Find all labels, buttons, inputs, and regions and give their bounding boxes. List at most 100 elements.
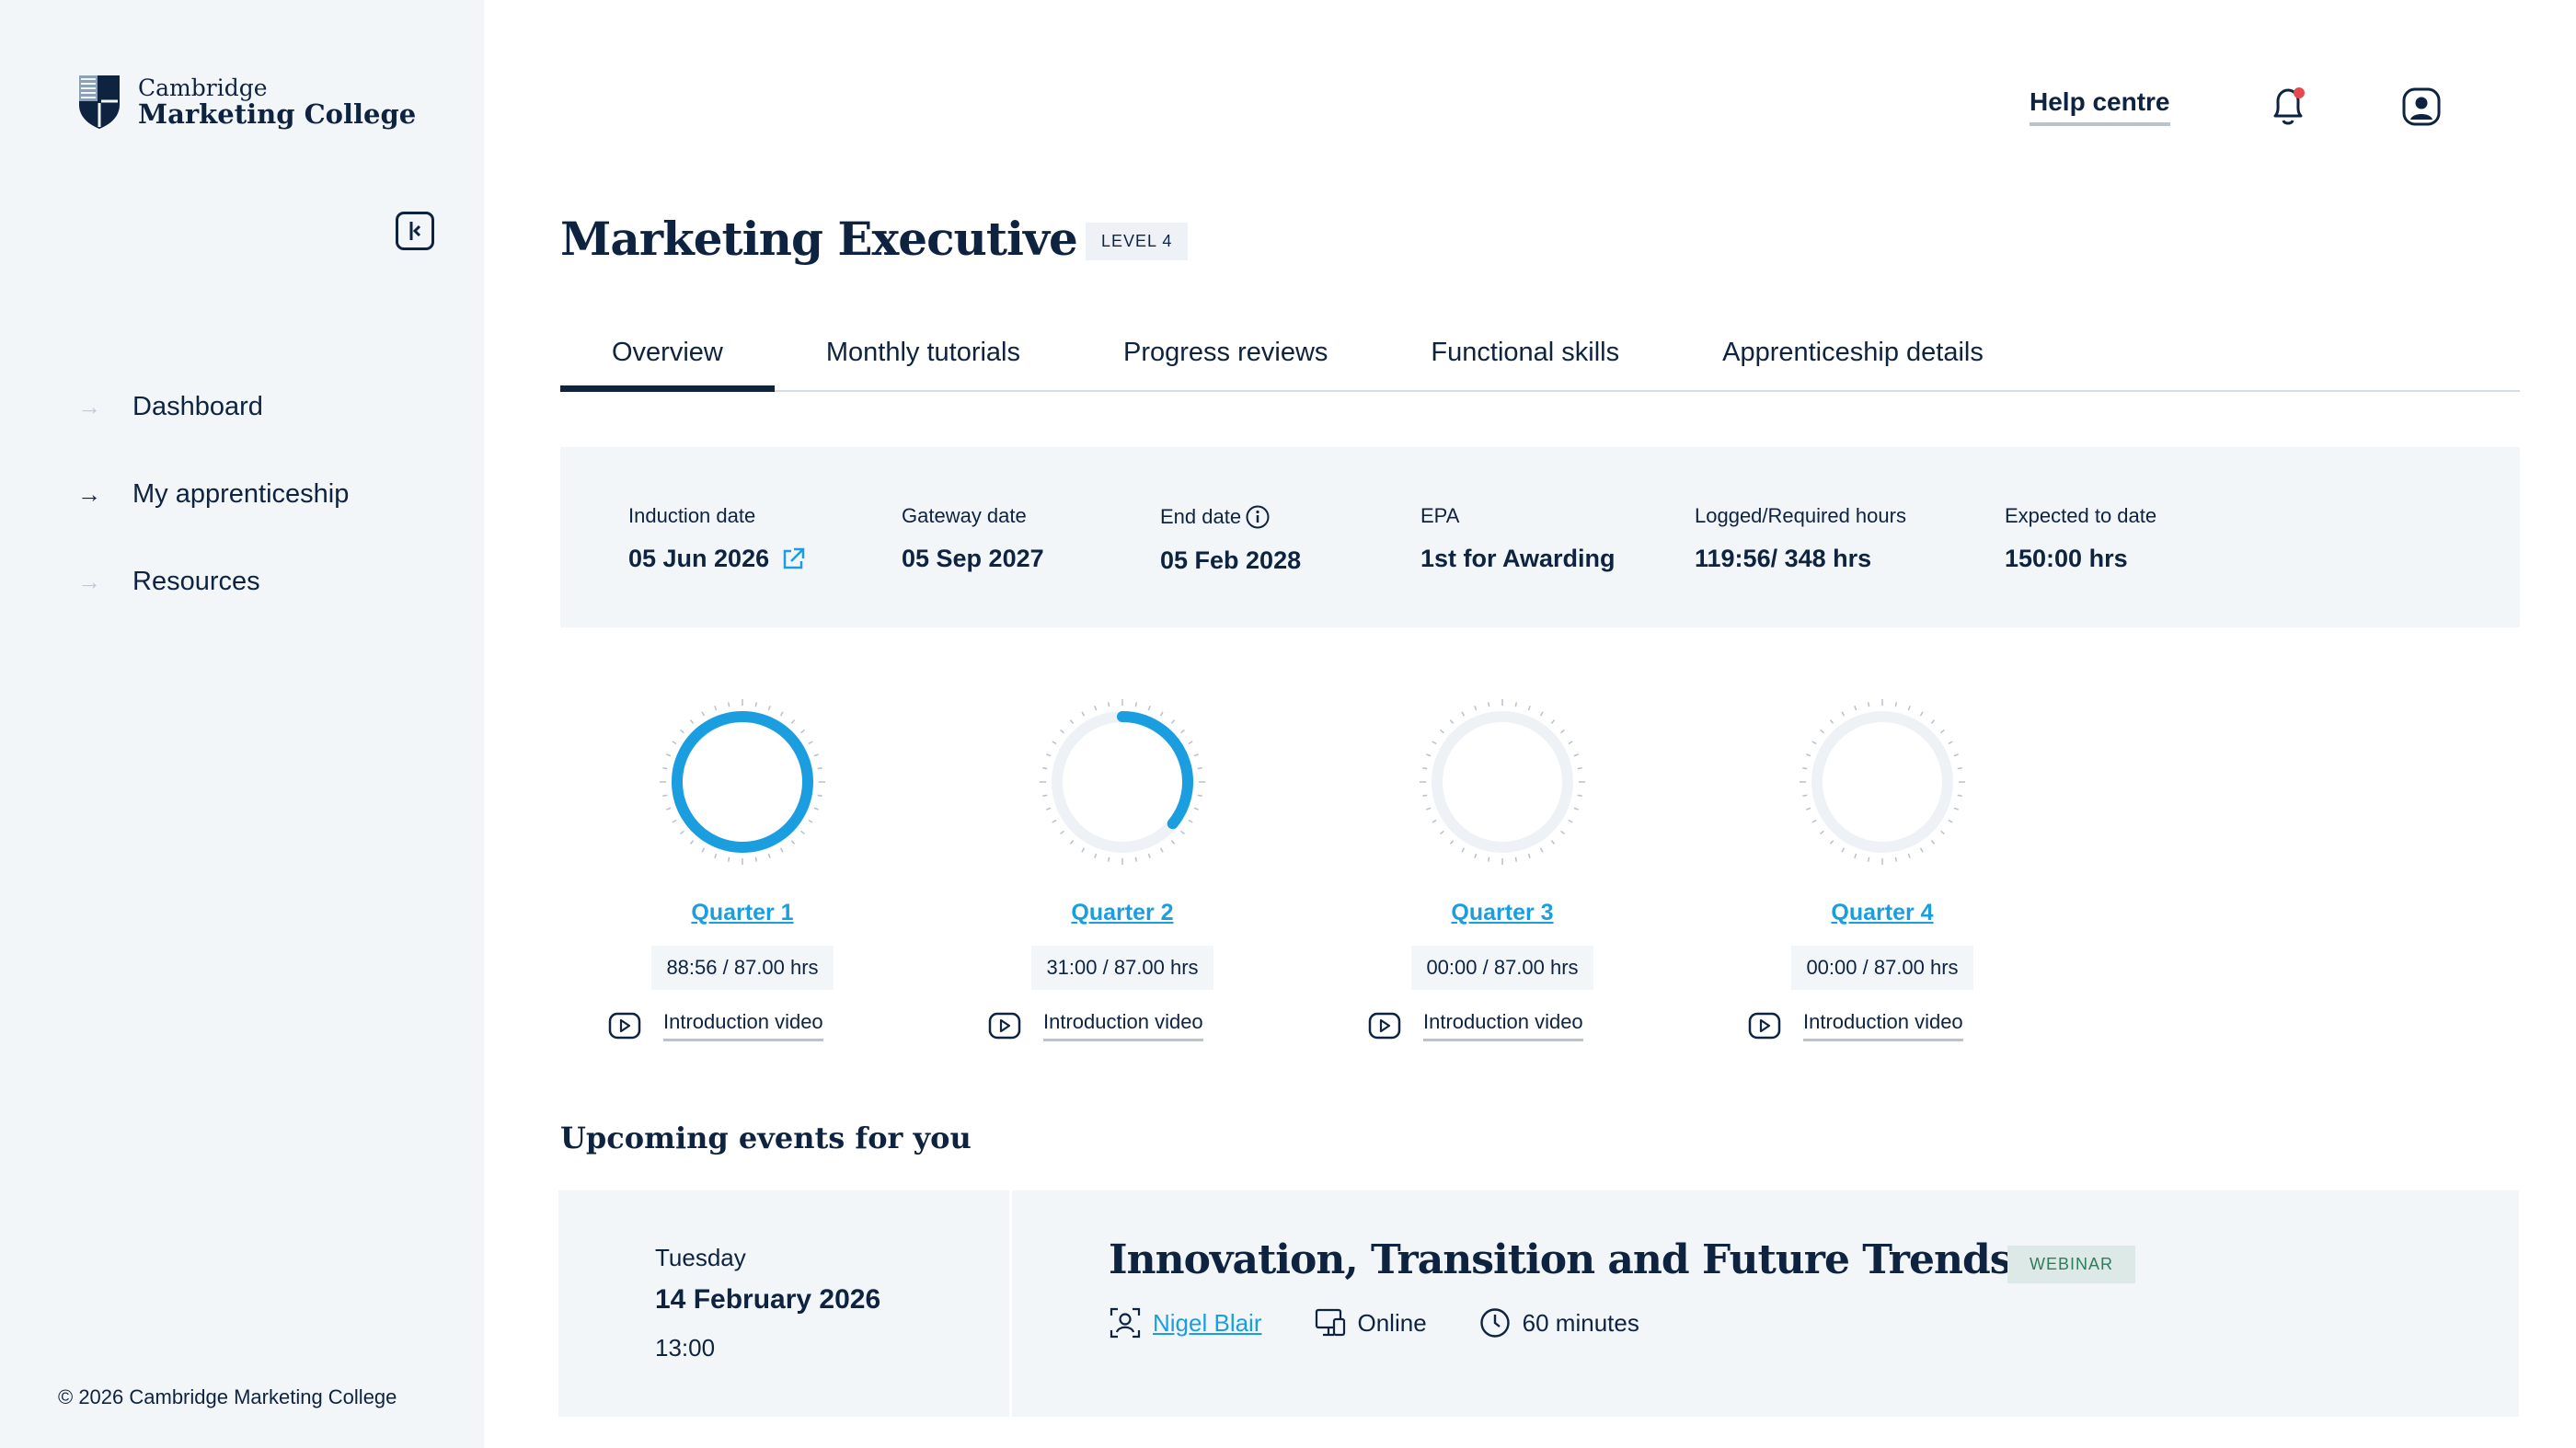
info-label: Gateway date [902, 504, 1027, 527]
sidebar-item-label: Resources [132, 567, 260, 596]
ring-tick [1426, 753, 1432, 757]
ring-tick [701, 711, 706, 717]
ring-tick [1147, 853, 1151, 858]
play-video-icon [1368, 1012, 1401, 1040]
video-label: Introduction video [1423, 1010, 1583, 1041]
college-logo[interactable]: Cambridge Marketing College [77, 74, 416, 131]
ring-tick [1894, 856, 1898, 862]
ring-track [1432, 711, 1573, 853]
monitor-icon [1315, 1308, 1345, 1337]
quarter-hours: 31:00 / 87.00 hrs [1031, 946, 1213, 990]
info-label: Induction date [628, 504, 756, 527]
ring-tick [1449, 840, 1455, 845]
page-title: Marketing Executive [560, 212, 1078, 266]
help-centre-link[interactable]: Help centre [2030, 87, 2170, 126]
gateway-date: Gateway date 05 Sep 2027 [902, 504, 1044, 573]
expected-to-date: Expected to date 150:00 hrs [2005, 504, 2156, 573]
ring-tick [1432, 819, 1437, 823]
introduction-video-link[interactable]: Introduction video [988, 1010, 1203, 1041]
ring-tick [1802, 766, 1808, 770]
ring-tick [1948, 819, 1953, 823]
event-mode-label: Online [1357, 1308, 1427, 1337]
info-icon[interactable] [1245, 504, 1271, 530]
sidebar-nav: → Dashboard → My apprenticeship → Resour… [77, 363, 349, 626]
external-link-icon[interactable] [780, 546, 806, 572]
ring-tick [662, 794, 668, 798]
introduction-video-link[interactable]: Introduction video [1368, 1010, 1583, 1041]
sidebar-item-resources[interactable]: → Resources [77, 538, 349, 626]
epa: EPA 1st for Awarding [1420, 504, 1616, 573]
ring-tick [727, 702, 730, 707]
play-video-icon [1748, 1012, 1781, 1040]
ring-tick [1930, 719, 1936, 724]
tab-functional-skills[interactable]: Functional skills [1379, 313, 1671, 392]
induction-date: Induction date 05 Jun 2026 [628, 504, 806, 573]
host-person-icon [1110, 1307, 1141, 1339]
ring-progress-arc [1117, 711, 1193, 830]
ring-tick [1527, 853, 1531, 858]
info-value: 05 Feb 2028 [1160, 546, 1302, 574]
event-duration: 60 minutes [1478, 1306, 1639, 1339]
ring-tick [1539, 847, 1544, 853]
ring-tick [1894, 702, 1898, 707]
ring-tick [1107, 856, 1110, 862]
sidebar-item-dashboard[interactable]: → Dashboard [77, 363, 349, 451]
ring-tick [1953, 807, 1959, 810]
ring-progress-arc [672, 711, 813, 853]
ring-tick [1907, 853, 1911, 858]
quarter-link[interactable]: Quarter 1 [623, 900, 862, 926]
introduction-video-link[interactable]: Introduction video [1748, 1010, 1963, 1041]
host-link[interactable]: Nigel Blair [1153, 1309, 1262, 1338]
quarter-link[interactable]: Quarter 3 [1383, 900, 1622, 926]
progress-ring [660, 699, 825, 865]
ring-tick [1550, 719, 1556, 724]
ring-tick [1052, 741, 1057, 745]
ring-tick [1188, 741, 1193, 745]
end-date: End date 05 Feb 2028 [1160, 504, 1301, 575]
progress-ring [1800, 699, 1965, 865]
ring-tick [1060, 830, 1064, 835]
ring-tick [1514, 702, 1518, 707]
ring-tick [1197, 766, 1202, 770]
ring-tick [666, 753, 672, 757]
event-date-panel: Tuesday 14 February 2026 13:00 [558, 1190, 1009, 1417]
ring-track [1811, 711, 1953, 853]
info-label: Logged/Required hours [1695, 504, 1906, 527]
collapse-sidebar-button[interactable] [396, 212, 434, 250]
quarter-link[interactable]: Quarter 2 [1003, 900, 1242, 926]
event-title[interactable]: Innovation, Transition and Future Trends [1109, 1236, 2012, 1283]
event-host: Nigel Blair [1109, 1306, 1262, 1339]
ring-tick [1550, 840, 1556, 845]
ring-tick [1474, 853, 1478, 858]
ring-tick [1461, 711, 1466, 717]
ring-tick [1829, 719, 1834, 724]
user-account-button[interactable] [2401, 86, 2442, 127]
event-card[interactable]: Innovation, Transition and Future Trends… [1012, 1190, 2519, 1417]
tab-monthly-tutorials[interactable]: Monthly tutorials [775, 313, 1072, 392]
event-day: Tuesday [655, 1244, 746, 1271]
tab-overview[interactable]: Overview [560, 313, 775, 392]
ring-tick [1539, 711, 1544, 717]
introduction-video-link[interactable]: Introduction video [608, 1010, 823, 1041]
ring-tick [1573, 807, 1579, 810]
notifications-button[interactable] [2268, 85, 2308, 129]
quarter-link[interactable]: Quarter 4 [1763, 900, 2002, 926]
tab-apprenticeship-details[interactable]: Apprenticeship details [1671, 313, 2035, 392]
ring-tick [1930, 840, 1936, 845]
ring-tick [1573, 753, 1579, 757]
ring-tick [1957, 794, 1962, 798]
ring-tick [1046, 807, 1052, 810]
ring-tick [767, 853, 771, 858]
ring-tick [1134, 856, 1138, 862]
tab-progress-reviews[interactable]: Progress reviews [1072, 313, 1379, 392]
ring-tick [1568, 819, 1573, 823]
ring-tick [1449, 719, 1455, 724]
ring-tick [1193, 753, 1199, 757]
video-label: Introduction video [1043, 1010, 1203, 1041]
ring-tick [662, 766, 668, 770]
event-mode: Online [1314, 1306, 1427, 1339]
shield-logo-icon [79, 75, 120, 129]
progress-ring [1040, 699, 1205, 865]
sidebar-item-my-apprenticeship[interactable]: → My apprenticeship [77, 451, 349, 538]
copyright-text: © 2026 Cambridge Marketing College [58, 1385, 397, 1408]
